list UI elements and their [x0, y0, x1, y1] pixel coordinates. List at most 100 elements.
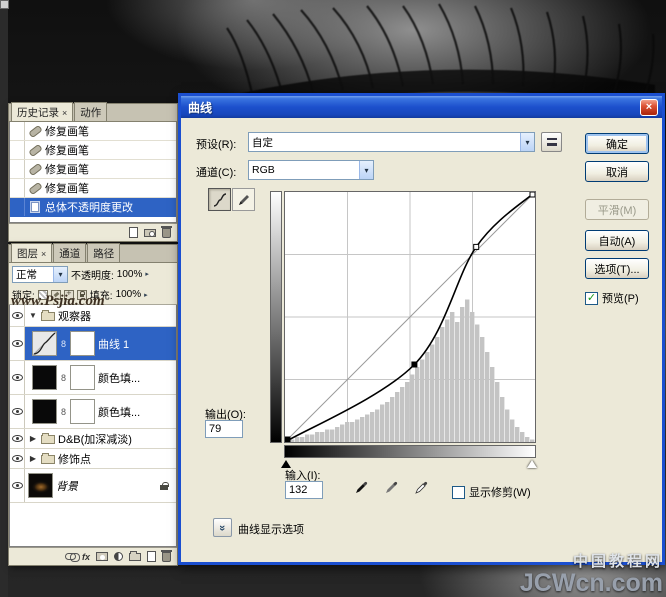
black-point-eyedropper[interactable]: [351, 476, 373, 498]
layer-row-background[interactable]: 背景: [10, 469, 176, 503]
visibility-toggle[interactable]: [10, 469, 25, 502]
opacity-slider-arrow-icon[interactable]: ▸: [145, 270, 149, 278]
opacity-value[interactable]: 100%: [117, 269, 143, 280]
tab-close-icon[interactable]: ×: [41, 249, 46, 259]
adjustment-layer-icon[interactable]: [114, 552, 123, 561]
new-layer-icon[interactable]: [147, 551, 156, 562]
history-item-label: 修复画笔: [45, 123, 89, 139]
tab-paths[interactable]: 路径: [87, 243, 120, 262]
layer-mask-thumbnail[interactable]: [70, 331, 95, 356]
history-source-cell[interactable]: [10, 141, 25, 159]
input-input[interactable]: [285, 481, 323, 499]
curve-options-expander-button[interactable]: »: [213, 518, 232, 537]
new-document-from-state-icon[interactable]: [129, 227, 138, 238]
channel-select[interactable]: RGB ▾: [248, 160, 374, 180]
layer-row-curves1[interactable]: 8 曲线 1: [10, 327, 176, 361]
eye-icon: [12, 408, 23, 415]
layer-row-colorfill1[interactable]: 8 颜色填...: [10, 361, 176, 395]
color-fill-thumbnail[interactable]: [32, 399, 57, 424]
history-item[interactable]: 修复画笔: [10, 141, 176, 160]
link-layers-icon[interactable]: [65, 553, 76, 560]
cancel-button[interactable]: 取消: [585, 161, 649, 182]
eye-icon: [12, 482, 23, 489]
dialog-titlebar[interactable]: 曲线 ×: [181, 96, 662, 118]
mask-link-icon[interactable]: 8: [60, 373, 67, 383]
layer-mask-thumbnail[interactable]: [70, 399, 95, 424]
curve-graph[interactable]: [285, 192, 535, 442]
preset-menu-button[interactable]: [541, 132, 562, 152]
new-snapshot-icon[interactable]: [144, 229, 156, 237]
smooth-button[interactable]: 平滑(M): [585, 199, 649, 220]
background-thumbnail[interactable]: [28, 473, 53, 498]
fill-slider-arrow-icon[interactable]: ▸: [144, 291, 148, 299]
output-input[interactable]: [205, 420, 243, 438]
layer-row-group-retouch[interactable]: ▶ 修饰点: [10, 449, 176, 469]
auto-button[interactable]: 自动(A): [585, 230, 649, 251]
tab-actions[interactable]: 动作: [74, 102, 107, 121]
chevron-down-icon[interactable]: ▾: [520, 133, 534, 151]
preview-checkbox[interactable]: ✓: [585, 292, 598, 305]
chevron-down-icon[interactable]: ▾: [359, 161, 373, 179]
preset-select[interactable]: 自定 ▾: [248, 132, 535, 152]
layer-mask-thumbnail[interactable]: [70, 365, 95, 390]
mask-link-icon[interactable]: 8: [60, 407, 67, 417]
tab-paths-label: 路径: [93, 246, 114, 261]
visibility-toggle[interactable]: [10, 449, 25, 468]
history-item[interactable]: 修复画笔: [10, 122, 176, 141]
collapse-triangle-icon[interactable]: ▼: [28, 311, 38, 320]
white-point-slider[interactable]: [527, 460, 537, 468]
tab-close-icon[interactable]: ×: [62, 108, 67, 118]
blend-mode-select[interactable]: 正常 ▾: [12, 266, 68, 283]
history-tabbar: 历史记录 × 动作: [9, 104, 177, 122]
layers-tabbar: 图层 × 通道 路径: [9, 245, 177, 263]
layer-row-colorfill2[interactable]: 8 颜色填...: [10, 395, 176, 429]
gray-point-eyedropper[interactable]: [381, 476, 403, 498]
history-item[interactable]: 修复画笔: [10, 160, 176, 179]
layer-style-icon[interactable]: fx: [82, 552, 90, 562]
chevron-down-icon[interactable]: ▾: [53, 267, 67, 282]
new-group-icon[interactable]: [129, 553, 141, 561]
show-clipping-checkbox-row[interactable]: 显示修剪(W): [452, 484, 531, 500]
lock-transparency-icon[interactable]: [38, 290, 48, 300]
options-button[interactable]: 选项(T)...: [585, 258, 649, 279]
visibility-toggle[interactable]: [10, 327, 25, 360]
show-clipping-checkbox[interactable]: [452, 486, 465, 499]
history-item-selected[interactable]: 总体不透明度更改: [10, 198, 176, 217]
visibility-toggle[interactable]: [10, 361, 25, 394]
history-item[interactable]: 修复画笔: [10, 179, 176, 198]
white-point-eyedropper[interactable]: [411, 476, 433, 498]
history-source-cell[interactable]: [10, 160, 25, 178]
visibility-toggle[interactable]: [10, 395, 25, 428]
close-button[interactable]: ×: [640, 99, 658, 116]
curve-plot[interactable]: [284, 191, 536, 443]
pencil-tool-button[interactable]: [232, 188, 255, 211]
mask-link-icon[interactable]: 8: [60, 339, 67, 349]
folder-icon: [41, 435, 55, 444]
visibility-toggle[interactable]: [10, 305, 25, 326]
add-mask-icon[interactable]: [96, 552, 108, 561]
layer-row-group-observer[interactable]: ▼ 观察器: [10, 305, 176, 327]
expand-triangle-icon[interactable]: ▶: [28, 454, 38, 463]
delete-state-icon[interactable]: [162, 228, 171, 238]
curve-point-tool-button[interactable]: [208, 188, 231, 211]
history-source-cell[interactable]: [10, 179, 25, 197]
tab-history[interactable]: 历史记录 ×: [11, 102, 73, 121]
ok-button[interactable]: 确定: [585, 133, 649, 154]
fill-value[interactable]: 100%: [116, 289, 142, 300]
tab-layers[interactable]: 图层 ×: [11, 243, 52, 262]
check-icon: ✓: [587, 293, 596, 304]
expand-triangle-icon[interactable]: ▶: [28, 434, 38, 443]
history-source-cell[interactable]: [10, 198, 25, 216]
color-fill-thumbnail[interactable]: [32, 365, 57, 390]
tab-channels[interactable]: 通道: [53, 243, 86, 262]
delete-layer-icon[interactable]: [162, 552, 171, 562]
lock-pixels-icon[interactable]: [51, 290, 61, 300]
eye-icon: [12, 340, 23, 347]
visibility-toggle[interactable]: [10, 429, 25, 448]
lock-all-icon[interactable]: [77, 290, 87, 300]
curves-adjustment-thumbnail[interactable]: [32, 331, 57, 356]
preview-checkbox-row[interactable]: ✓ 预览(P): [585, 290, 639, 306]
lock-position-icon[interactable]: [64, 290, 74, 300]
layer-row-group-db[interactable]: ▶ D&B(加深减淡): [10, 429, 176, 449]
history-source-cell[interactable]: [10, 122, 25, 140]
